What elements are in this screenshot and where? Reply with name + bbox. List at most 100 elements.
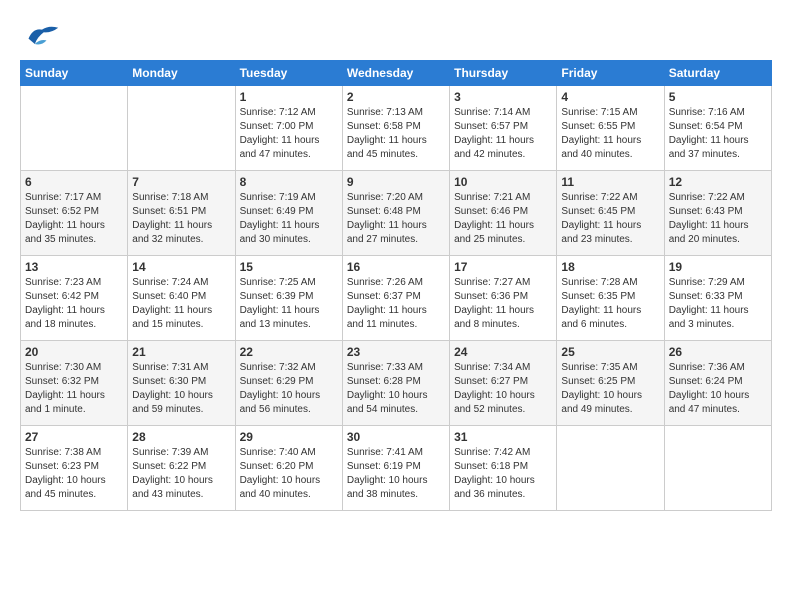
- day-info: Sunrise: 7:26 AM Sunset: 6:37 PM Dayligh…: [347, 276, 445, 332]
- day-number: 8: [240, 175, 338, 189]
- logo-bird-icon: [24, 20, 60, 50]
- day-info: Sunrise: 7:13 AM Sunset: 6:58 PM Dayligh…: [347, 106, 445, 162]
- day-number: 19: [669, 260, 767, 274]
- day-number: 30: [347, 430, 445, 444]
- day-number: 31: [454, 430, 552, 444]
- calendar-cell: 13 Sunrise: 7:23 AM Sunset: 6:42 PM Dayli…: [21, 256, 128, 341]
- day-info: Sunrise: 7:14 AM Sunset: 6:57 PM Dayligh…: [454, 106, 552, 162]
- day-info: Sunrise: 7:42 AM Sunset: 6:18 PM Dayligh…: [454, 446, 552, 502]
- calendar-cell: [21, 86, 128, 171]
- day-number: 11: [561, 175, 659, 189]
- header-day-sunday: Sunday: [21, 61, 128, 86]
- logo: [20, 20, 60, 50]
- day-info: Sunrise: 7:15 AM Sunset: 6:55 PM Dayligh…: [561, 106, 659, 162]
- day-number: 23: [347, 345, 445, 359]
- calendar-cell: 2 Sunrise: 7:13 AM Sunset: 6:58 PM Daylig…: [342, 86, 449, 171]
- day-number: 29: [240, 430, 338, 444]
- header-day-saturday: Saturday: [664, 61, 771, 86]
- day-number: 7: [132, 175, 230, 189]
- day-number: 2: [347, 90, 445, 104]
- week-row-2: 6 Sunrise: 7:17 AM Sunset: 6:52 PM Daylig…: [21, 171, 772, 256]
- day-info: Sunrise: 7:30 AM Sunset: 6:32 PM Dayligh…: [25, 361, 123, 417]
- day-info: Sunrise: 7:32 AM Sunset: 6:29 PM Dayligh…: [240, 361, 338, 417]
- week-row-4: 20 Sunrise: 7:30 AM Sunset: 6:32 PM Dayli…: [21, 341, 772, 426]
- calendar-cell: 18 Sunrise: 7:28 AM Sunset: 6:35 PM Dayli…: [557, 256, 664, 341]
- day-info: Sunrise: 7:33 AM Sunset: 6:28 PM Dayligh…: [347, 361, 445, 417]
- page-header: [20, 20, 772, 50]
- day-number: 6: [25, 175, 123, 189]
- calendar-cell: 7 Sunrise: 7:18 AM Sunset: 6:51 PM Daylig…: [128, 171, 235, 256]
- week-row-3: 13 Sunrise: 7:23 AM Sunset: 6:42 PM Dayli…: [21, 256, 772, 341]
- calendar-cell: 14 Sunrise: 7:24 AM Sunset: 6:40 PM Dayli…: [128, 256, 235, 341]
- day-info: Sunrise: 7:22 AM Sunset: 6:43 PM Dayligh…: [669, 191, 767, 247]
- day-info: Sunrise: 7:35 AM Sunset: 6:25 PM Dayligh…: [561, 361, 659, 417]
- day-info: Sunrise: 7:27 AM Sunset: 6:36 PM Dayligh…: [454, 276, 552, 332]
- calendar-cell: 24Sunrise: 7:34 AM Sunset: 6:27 PM Dayli…: [450, 341, 557, 426]
- calendar-cell: 5Sunrise: 7:16 AM Sunset: 6:54 PM Daylig…: [664, 86, 771, 171]
- day-info: Sunrise: 7:23 AM Sunset: 6:42 PM Dayligh…: [25, 276, 123, 332]
- day-info: Sunrise: 7:28 AM Sunset: 6:35 PM Dayligh…: [561, 276, 659, 332]
- day-info: Sunrise: 7:39 AM Sunset: 6:22 PM Dayligh…: [132, 446, 230, 502]
- day-number: 25: [561, 345, 659, 359]
- header-day-thursday: Thursday: [450, 61, 557, 86]
- week-row-5: 27 Sunrise: 7:38 AM Sunset: 6:23 PM Dayli…: [21, 426, 772, 511]
- day-info: Sunrise: 7:31 AM Sunset: 6:30 PM Dayligh…: [132, 361, 230, 417]
- calendar-cell: 4Sunrise: 7:15 AM Sunset: 6:55 PM Daylig…: [557, 86, 664, 171]
- day-info: Sunrise: 7:24 AM Sunset: 6:40 PM Dayligh…: [132, 276, 230, 332]
- day-number: 14: [132, 260, 230, 274]
- calendar-cell: [128, 86, 235, 171]
- calendar-cell: 17Sunrise: 7:27 AM Sunset: 6:36 PM Dayli…: [450, 256, 557, 341]
- day-info: Sunrise: 7:17 AM Sunset: 6:52 PM Dayligh…: [25, 191, 123, 247]
- day-info: Sunrise: 7:40 AM Sunset: 6:20 PM Dayligh…: [240, 446, 338, 502]
- header-day-monday: Monday: [128, 61, 235, 86]
- day-info: Sunrise: 7:38 AM Sunset: 6:23 PM Dayligh…: [25, 446, 123, 502]
- day-number: 3: [454, 90, 552, 104]
- calendar-header: SundayMondayTuesdayWednesdayThursdayFrid…: [21, 61, 772, 86]
- calendar-cell: 10Sunrise: 7:21 AM Sunset: 6:46 PM Dayli…: [450, 171, 557, 256]
- calendar-cell: 22 Sunrise: 7:32 AM Sunset: 6:29 PM Dayli…: [235, 341, 342, 426]
- header-row: SundayMondayTuesdayWednesdayThursdayFrid…: [21, 61, 772, 86]
- day-info: Sunrise: 7:36 AM Sunset: 6:24 PM Dayligh…: [669, 361, 767, 417]
- day-number: 20: [25, 345, 123, 359]
- calendar-cell: 19 Sunrise: 7:29 AM Sunset: 6:33 PM Dayli…: [664, 256, 771, 341]
- calendar-body: 1Sunrise: 7:12 AM Sunset: 7:00 PM Daylig…: [21, 86, 772, 511]
- calendar-table: SundayMondayTuesdayWednesdayThursdayFrid…: [20, 60, 772, 511]
- day-info: Sunrise: 7:18 AM Sunset: 6:51 PM Dayligh…: [132, 191, 230, 247]
- calendar-cell: 1Sunrise: 7:12 AM Sunset: 7:00 PM Daylig…: [235, 86, 342, 171]
- calendar-cell: [557, 426, 664, 511]
- calendar-cell: 30 Sunrise: 7:41 AM Sunset: 6:19 PM Dayli…: [342, 426, 449, 511]
- calendar-cell: 6 Sunrise: 7:17 AM Sunset: 6:52 PM Daylig…: [21, 171, 128, 256]
- calendar-cell: 26 Sunrise: 7:36 AM Sunset: 6:24 PM Dayli…: [664, 341, 771, 426]
- calendar-cell: 31 Sunrise: 7:42 AM Sunset: 6:18 PM Dayli…: [450, 426, 557, 511]
- day-info: Sunrise: 7:29 AM Sunset: 6:33 PM Dayligh…: [669, 276, 767, 332]
- calendar-cell: 29 Sunrise: 7:40 AM Sunset: 6:20 PM Dayli…: [235, 426, 342, 511]
- calendar-cell: 20 Sunrise: 7:30 AM Sunset: 6:32 PM Dayli…: [21, 341, 128, 426]
- day-info: Sunrise: 7:20 AM Sunset: 6:48 PM Dayligh…: [347, 191, 445, 247]
- calendar-cell: 9Sunrise: 7:20 AM Sunset: 6:48 PM Daylig…: [342, 171, 449, 256]
- calendar-cell: [664, 426, 771, 511]
- calendar-cell: 11 Sunrise: 7:22 AM Sunset: 6:45 PM Dayli…: [557, 171, 664, 256]
- day-number: 1: [240, 90, 338, 104]
- day-number: 12: [669, 175, 767, 189]
- day-number: 21: [132, 345, 230, 359]
- calendar-cell: 3 Sunrise: 7:14 AM Sunset: 6:57 PM Daylig…: [450, 86, 557, 171]
- day-number: 13: [25, 260, 123, 274]
- day-info: Sunrise: 7:41 AM Sunset: 6:19 PM Dayligh…: [347, 446, 445, 502]
- day-number: 15: [240, 260, 338, 274]
- day-info: Sunrise: 7:19 AM Sunset: 6:49 PM Dayligh…: [240, 191, 338, 247]
- day-info: Sunrise: 7:34 AM Sunset: 6:27 PM Dayligh…: [454, 361, 552, 417]
- calendar-cell: 8 Sunrise: 7:19 AM Sunset: 6:49 PM Daylig…: [235, 171, 342, 256]
- day-number: 22: [240, 345, 338, 359]
- calendar-cell: 25 Sunrise: 7:35 AM Sunset: 6:25 PM Dayli…: [557, 341, 664, 426]
- header-day-friday: Friday: [557, 61, 664, 86]
- header-day-tuesday: Tuesday: [235, 61, 342, 86]
- day-number: 27: [25, 430, 123, 444]
- calendar-cell: 27 Sunrise: 7:38 AM Sunset: 6:23 PM Dayli…: [21, 426, 128, 511]
- day-info: Sunrise: 7:16 AM Sunset: 6:54 PM Dayligh…: [669, 106, 767, 162]
- day-number: 26: [669, 345, 767, 359]
- calendar-cell: 28 Sunrise: 7:39 AM Sunset: 6:22 PM Dayli…: [128, 426, 235, 511]
- calendar-cell: 15Sunrise: 7:25 AM Sunset: 6:39 PM Dayli…: [235, 256, 342, 341]
- day-number: 18: [561, 260, 659, 274]
- day-number: 28: [132, 430, 230, 444]
- day-info: Sunrise: 7:22 AM Sunset: 6:45 PM Dayligh…: [561, 191, 659, 247]
